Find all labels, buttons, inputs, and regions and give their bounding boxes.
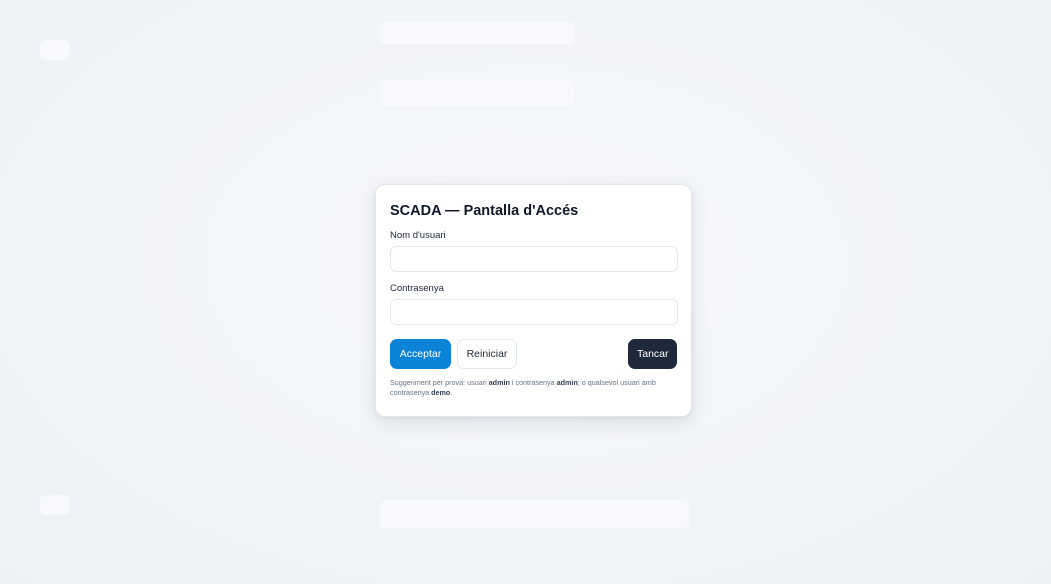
background-panel <box>380 500 690 528</box>
username-input[interactable] <box>390 246 678 272</box>
close-button[interactable]: Tancar <box>628 339 677 369</box>
password-input[interactable] <box>390 299 678 325</box>
hint-user: admin <box>488 378 510 387</box>
reset-button[interactable]: Reiniciar <box>457 339 517 369</box>
hint-text: . <box>450 388 453 397</box>
login-hint: Suggeriment per prova: usuari admin i co… <box>390 378 677 398</box>
username-label: Nom d'usuari <box>390 230 446 241</box>
login-dialog: SCADA — Pantalla d'Accés Nom d'usuari Co… <box>375 184 692 417</box>
hint-text: i contrasenya <box>509 378 557 387</box>
hint-text: Suggeriment per prova: usuari <box>390 378 489 387</box>
background-panel <box>380 80 575 106</box>
hint-demo: demo <box>431 388 451 397</box>
dialog-title: SCADA — Pantalla d'Accés <box>390 203 579 219</box>
background-panel <box>380 22 575 44</box>
background-panel <box>40 495 70 515</box>
hint-pass: admin <box>556 378 578 387</box>
accept-button[interactable]: Acceptar <box>390 339 451 369</box>
password-label: Contrasenya <box>390 283 444 294</box>
background-panel <box>40 40 70 60</box>
button-row: Acceptar Reiniciar Tancar <box>390 339 677 369</box>
